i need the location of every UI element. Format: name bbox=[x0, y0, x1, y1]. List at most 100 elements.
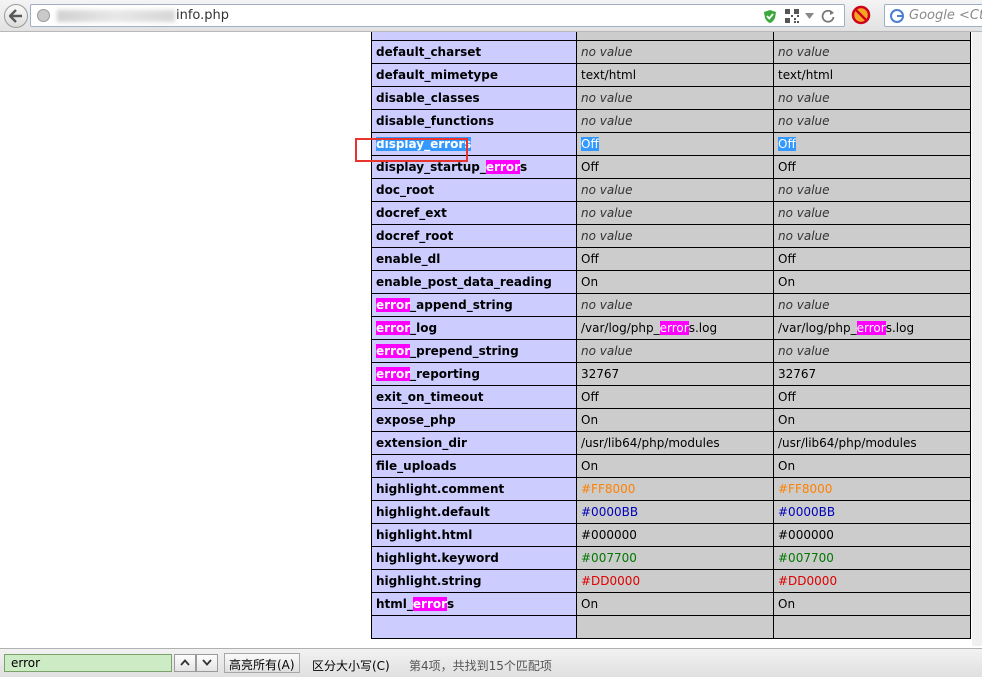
search-match-highlight: error bbox=[485, 160, 521, 174]
blocker-extension-icon[interactable] bbox=[851, 5, 871, 25]
directive-name: enable_dl bbox=[371, 247, 577, 271]
directive-name: error_prepend_string bbox=[371, 339, 577, 363]
master-value: Off bbox=[773, 132, 971, 156]
reload-icon[interactable] bbox=[821, 9, 835, 23]
search-bar[interactable]: Google <Ctrl+K> bbox=[884, 4, 982, 27]
no-value-text: no value bbox=[778, 45, 830, 59]
match-case-toggle[interactable]: 区分大小写(C) bbox=[312, 657, 390, 674]
directive-name: html_errors bbox=[371, 592, 577, 616]
local-value: no value bbox=[576, 201, 774, 225]
master-value: On bbox=[773, 592, 971, 616]
master-value: no value bbox=[773, 293, 971, 317]
config-row: docref_ext no value no value bbox=[371, 201, 971, 225]
master-value: no value bbox=[773, 86, 971, 110]
no-value-text: no value bbox=[581, 206, 633, 220]
master-value: On bbox=[773, 408, 971, 432]
master-value: no value bbox=[773, 339, 971, 363]
master-value: no value bbox=[773, 178, 971, 202]
chevron-up-icon bbox=[180, 659, 190, 666]
config-cell bbox=[371, 615, 577, 639]
shield-check-icon[interactable] bbox=[763, 9, 777, 24]
local-value: /usr/lib64/php/modules bbox=[576, 431, 774, 455]
local-value: #000000 bbox=[576, 523, 774, 547]
config-cell bbox=[576, 32, 774, 41]
config-row: exit_on_timeout Off Off bbox=[371, 385, 971, 409]
find-input[interactable]: error bbox=[4, 654, 172, 672]
find-next-button[interactable] bbox=[196, 654, 218, 672]
config-row: error_reporting 32767 32767 bbox=[371, 362, 971, 386]
local-value: #007700 bbox=[576, 546, 774, 570]
config-row: default_charset no value no value bbox=[371, 40, 971, 64]
master-value: #007700 bbox=[773, 546, 971, 570]
site-identity-icon[interactable] bbox=[37, 9, 50, 22]
no-value-text: no value bbox=[581, 298, 633, 312]
redacted-host bbox=[57, 10, 175, 22]
local-value: /var/log/php_errors.log bbox=[576, 316, 774, 340]
no-value-text: no value bbox=[581, 344, 633, 358]
local-value: On bbox=[576, 454, 774, 478]
config-row: disable_functions no value no value bbox=[371, 109, 971, 133]
config-row: error_log/var/log/php_errors.log/var/log… bbox=[371, 316, 971, 340]
config-row: error_prepend_string no value no value bbox=[371, 339, 971, 363]
local-value: no value bbox=[576, 224, 774, 248]
dropdown-arrow-icon[interactable] bbox=[805, 13, 814, 19]
selected-value-text: Off bbox=[581, 137, 599, 151]
config-row: docref_root no value no value bbox=[371, 224, 971, 248]
qr-code-icon[interactable] bbox=[785, 9, 799, 23]
directive-name: highlight.comment bbox=[371, 477, 577, 501]
browser-toolbar: info.php Google <Ctrl+K> bbox=[0, 0, 982, 32]
master-value: Off bbox=[773, 155, 971, 179]
config-cell bbox=[773, 32, 971, 41]
local-value: Off bbox=[576, 132, 774, 156]
config-cell bbox=[773, 615, 971, 639]
directive-name: default_mimetype bbox=[371, 63, 577, 87]
local-value: #FF8000 bbox=[576, 477, 774, 501]
no-value-text: no value bbox=[778, 206, 830, 220]
config-row: extension_dir/usr/lib64/php/modules/usr/… bbox=[371, 431, 971, 455]
directive-name: error_append_string bbox=[371, 293, 577, 317]
local-value: no value bbox=[576, 86, 774, 110]
master-value: #000000 bbox=[773, 523, 971, 547]
config-row: error_append_string no value no value bbox=[371, 293, 971, 317]
chevron-down-icon bbox=[202, 659, 212, 666]
master-value: #0000BB bbox=[773, 500, 971, 524]
no-value-text: no value bbox=[581, 114, 633, 128]
local-value: text/html bbox=[576, 63, 774, 87]
vertical-scrollbar[interactable] bbox=[972, 32, 982, 646]
search-match-highlight: error bbox=[376, 344, 411, 358]
local-value: On bbox=[576, 592, 774, 616]
local-value: On bbox=[576, 270, 774, 294]
config-row: file_uploads On On bbox=[371, 454, 971, 478]
local-value: no value bbox=[576, 40, 774, 64]
master-value: On bbox=[773, 270, 971, 294]
directive-name: disable_classes bbox=[371, 86, 577, 110]
directive-name: highlight.html bbox=[371, 523, 577, 547]
url-bar[interactable]: info.php bbox=[30, 4, 845, 27]
google-search-icon[interactable] bbox=[889, 8, 905, 24]
local-value: 32767 bbox=[576, 362, 774, 386]
no-value-text: no value bbox=[581, 45, 633, 59]
config-cell bbox=[576, 615, 774, 639]
directive-name: error_reporting bbox=[371, 362, 577, 386]
master-value: 32767 bbox=[773, 362, 971, 386]
back-button[interactable] bbox=[4, 4, 28, 28]
find-bar: error 高亮所有(A) 区分大小写(C) 第4项，共找到15个匹配项 bbox=[0, 648, 982, 677]
directive-name: docref_root bbox=[371, 224, 577, 248]
config-row: highlight.string #DD0000 #DD0000 bbox=[371, 569, 971, 593]
local-value: Off bbox=[576, 385, 774, 409]
no-value-text: no value bbox=[581, 229, 633, 243]
local-value: no value bbox=[576, 109, 774, 133]
master-value: #DD0000 bbox=[773, 569, 971, 593]
master-value: Off bbox=[773, 385, 971, 409]
directive-name: expose_php bbox=[371, 408, 577, 432]
no-value-text: no value bbox=[581, 91, 633, 105]
master-value: On bbox=[773, 454, 971, 478]
config-row: highlight.html #000000 #000000 bbox=[371, 523, 971, 547]
find-previous-button[interactable] bbox=[174, 654, 196, 672]
highlight-all-button[interactable]: 高亮所有(A) bbox=[224, 653, 300, 673]
find-status-text: 第4项，共找到15个匹配项 bbox=[409, 659, 552, 673]
no-value-text: no value bbox=[778, 229, 830, 243]
no-value-text: no value bbox=[778, 114, 830, 128]
local-value: Off bbox=[576, 247, 774, 271]
directive-name: docref_ext bbox=[371, 201, 577, 225]
